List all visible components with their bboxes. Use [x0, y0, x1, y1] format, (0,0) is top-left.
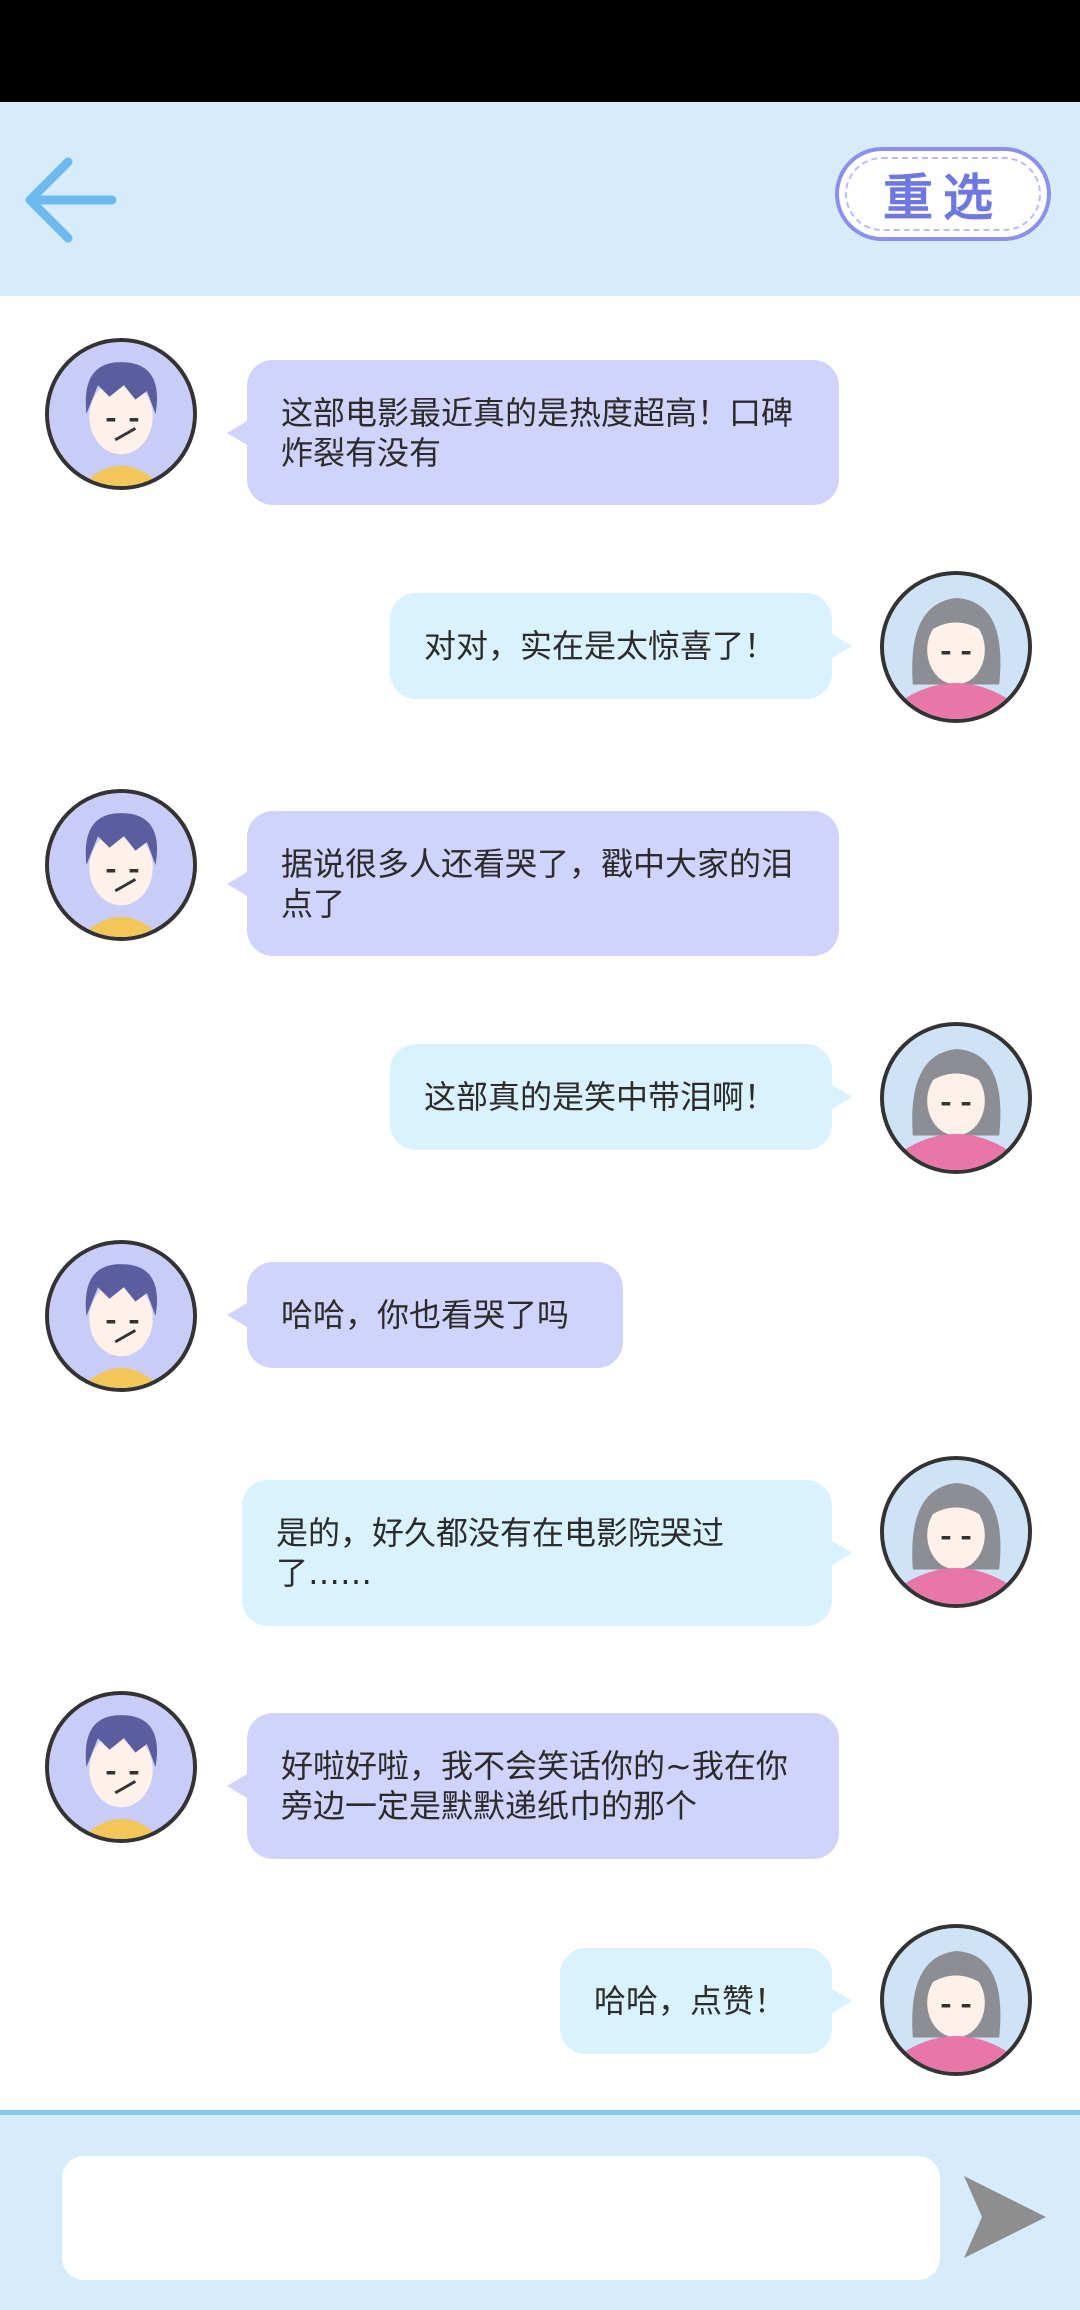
message-input[interactable]	[62, 2156, 940, 2280]
female-avatar	[880, 571, 1032, 723]
message-bubble-right: 是的，好久都没有在电影院哭过了……	[242, 1480, 852, 1626]
send-button[interactable]	[960, 2170, 1050, 2264]
message-row: 这部电影最近真的是热度超高！口碑炸裂有没有	[0, 338, 1080, 505]
message-row: 这部真的是笑中带泪啊！	[0, 1022, 1080, 1182]
male-avatar	[45, 789, 197, 941]
male-avatar	[45, 1691, 197, 1843]
message-bubble-left: 哈哈，你也看哭了吗	[227, 1262, 623, 1368]
chat-area: 这部电影最近真的是热度超高！口碑炸裂有没有 对对，实在是太惊喜了！ 据说很多人还…	[0, 296, 1080, 2110]
female-avatar	[880, 1924, 1032, 2076]
message-bubble-right: 哈哈，点赞！	[560, 1948, 852, 2054]
male-avatar	[45, 338, 197, 490]
male-avatar	[45, 1240, 197, 1392]
message-row: 据说很多人还看哭了，戳中大家的泪点了	[0, 789, 1080, 956]
message-row: 哈哈，你也看哭了吗	[0, 1240, 1080, 1400]
send-icon	[964, 2176, 1046, 2258]
message-row: 是的，好久都没有在电影院哭过了……	[0, 1456, 1080, 1626]
message-bubble-right: 这部真的是笑中带泪啊！	[390, 1044, 852, 1150]
message-bubble-left: 好啦好啦，我不会笑话你的~我在你旁边一定是默默递纸巾的那个	[227, 1713, 839, 1859]
message-row: 对对，实在是太惊喜了！	[0, 571, 1080, 731]
reselect-button[interactable]: 重选	[835, 147, 1051, 241]
female-avatar	[880, 1456, 1032, 1608]
header: 重选	[0, 102, 1080, 296]
back-arrow-icon	[25, 157, 117, 243]
message-bubble-left: 据说很多人还看哭了，戳中大家的泪点了	[227, 811, 839, 956]
status-bar	[0, 0, 1080, 102]
message-bubble-right: 对对，实在是太惊喜了！	[390, 593, 852, 699]
message-bubble-left: 这部电影最近真的是热度超高！口碑炸裂有没有	[227, 360, 839, 505]
female-avatar	[880, 1022, 1032, 1174]
back-button[interactable]	[20, 150, 120, 250]
message-row: 哈哈，点赞！	[0, 1924, 1080, 2084]
input-bar	[0, 2110, 1080, 2310]
message-row: 好啦好啦，我不会笑话你的~我在你旁边一定是默默递纸巾的那个	[0, 1691, 1080, 1859]
reselect-label: 重选	[883, 169, 1003, 227]
